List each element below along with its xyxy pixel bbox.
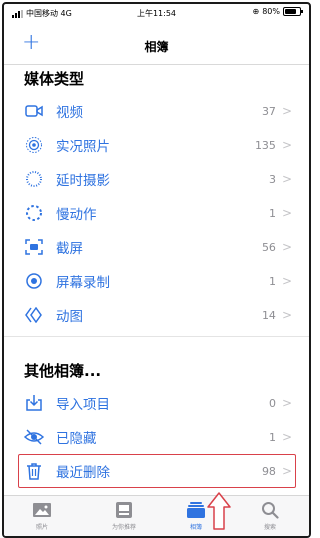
list-item-timelapse[interactable]: 延时摄影 3 >: [24, 162, 292, 196]
list-item-live-photos[interactable]: 实况照片 135 >: [24, 128, 292, 162]
for-you-tab-icon: [94, 500, 154, 520]
timelapse-icon: [24, 169, 44, 189]
phone-screen: 中国移动 4G 上午11:54 ⊕ 80% + 相簿 媒体类型 视频 37 > …: [2, 2, 311, 538]
list-item-count: 56: [261, 240, 276, 254]
photos-tab-icon: [12, 500, 72, 520]
list-item-label: 实况照片: [56, 139, 110, 155]
section-divider: [4, 336, 309, 349]
list-item-count: 1: [268, 274, 276, 288]
section-title-other-albums: 其他相簿...: [24, 362, 102, 380]
tab-label: 搜索: [263, 524, 276, 531]
status-bar: 中国移动 4G 上午11:54 ⊕ 80%: [4, 4, 309, 24]
nav-bar: + 相簿: [4, 26, 309, 65]
screenshot-icon: [24, 237, 44, 257]
list-item-screen-recordings[interactable]: 屏幕录制 1 >: [24, 264, 292, 298]
search-tab-icon: [240, 500, 300, 520]
chevron-right-icon: >: [281, 274, 292, 288]
list-item-label: 动图: [56, 309, 83, 325]
hidden-icon: [24, 427, 44, 447]
battery-percent: 80%: [262, 7, 280, 16]
annotation-arrow-icon: [207, 492, 231, 530]
list-item-label: 视频: [56, 105, 83, 121]
chevron-right-icon: >: [281, 104, 292, 118]
animated-icon: [24, 305, 44, 325]
list-item-videos[interactable]: 视频 37 >: [24, 94, 292, 128]
tab-label: 照片: [35, 524, 48, 531]
chevron-right-icon: >: [281, 396, 292, 410]
tab-bar: 照片 为你推荐 相簿 搜索: [4, 495, 309, 536]
import-icon: [24, 393, 44, 413]
list-item-count: 37: [261, 104, 276, 118]
list-item-slowmo[interactable]: 慢动作 1 >: [24, 196, 292, 230]
highlight-box: [18, 454, 296, 488]
slowmo-icon: [24, 203, 44, 223]
list-item-count: 135: [254, 138, 276, 152]
list-item-count: 3: [268, 172, 276, 186]
chevron-right-icon: >: [281, 240, 292, 254]
chevron-right-icon: >: [281, 430, 292, 444]
tab-for-you[interactable]: 为你推荐: [94, 500, 154, 531]
status-right: ⊕ 80%: [252, 7, 303, 16]
chevron-right-icon: >: [281, 172, 292, 186]
list-item-count: 1: [268, 430, 276, 444]
tab-photos[interactable]: 照片: [12, 500, 72, 531]
list-item-imports[interactable]: 导入项目 0 >: [24, 386, 292, 420]
list-item-label: 延时摄影: [56, 173, 110, 189]
chevron-right-icon: >: [281, 138, 292, 152]
list-item-label: 导入项目: [56, 397, 110, 413]
list-item-count: 1: [268, 206, 276, 220]
tab-search[interactable]: 搜索: [240, 500, 300, 531]
list-item-hidden[interactable]: 已隐藏 1 >: [24, 420, 292, 454]
list-item-count: 0: [268, 396, 276, 410]
battery-icon: [283, 7, 303, 16]
list-item-screenshots[interactable]: 截屏 56 >: [24, 230, 292, 264]
live-photo-icon: [24, 135, 44, 155]
list-item-label: 已隐藏: [56, 431, 97, 447]
chevron-right-icon: >: [281, 308, 292, 322]
page-title: 相簿: [144, 40, 169, 54]
chevron-right-icon: >: [281, 206, 292, 220]
orientation-lock-icon: ⊕: [252, 7, 260, 16]
video-icon: [24, 101, 44, 121]
section-title-media-types: 媒体类型: [24, 70, 85, 88]
list-item-label: 慢动作: [56, 207, 97, 223]
tab-label: 为你推荐: [111, 524, 136, 531]
list-item-animated[interactable]: 动图 14 >: [24, 298, 292, 332]
list-item-label: 截屏: [56, 241, 83, 257]
list-item-label: 屏幕录制: [56, 275, 110, 291]
list-item-count: 14: [261, 308, 276, 322]
screen-record-icon: [24, 271, 44, 291]
